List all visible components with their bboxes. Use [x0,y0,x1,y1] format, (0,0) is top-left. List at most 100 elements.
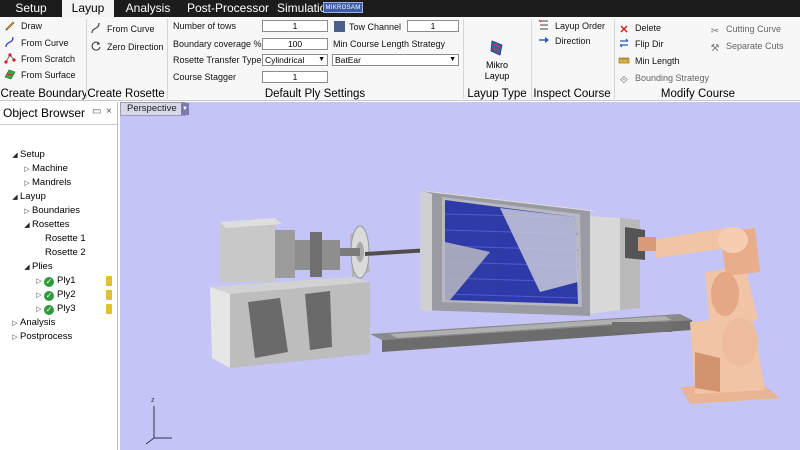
bounding-strategy-button[interactable]: ⟐ Bounding Strategy [618,71,710,86]
bounding-icon: ⟐ [620,75,628,86]
boundary-coverage-label: Boundary coverage % [173,39,262,49]
min-course-strategy-select[interactable]: BatEar ▼ [332,54,459,66]
draw-boundary-label: Draw [21,21,43,31]
default-ply-settings-caption: Default Ply Settings [264,88,366,100]
collapsed-icon[interactable]: ▷ [34,303,44,317]
tree-item-layup[interactable]: ◢ Layup [10,190,46,204]
collapsed-icon[interactable]: ▷ [10,331,20,345]
course-stagger-field[interactable]: 1 [262,71,328,83]
tree-item-plies[interactable]: ◢ Plies [22,260,52,275]
separate-cuts-button[interactable]: ⚒ Separate Cuts [709,39,784,54]
tree-item-postprocess[interactable]: ▷ Postprocess [10,330,72,344]
min-course-length-label: Min Course Length Strategy [333,39,446,49]
number-of-tows-label: Number of tows [173,21,237,31]
min-length-label: Min Length [635,56,680,66]
collapsed-icon[interactable]: ▷ [34,289,44,303]
tree-item-ply3[interactable]: ▷ ✓ Ply3 [34,302,75,316]
tree-item-rosette-2[interactable]: Rosette 2 [45,246,86,260]
zero-direction-button[interactable]: Zero Direction [90,40,164,54]
tree-item-machine[interactable]: ▷ Machine [22,162,68,176]
tree-item-rosette-1[interactable]: Rosette 1 [45,232,86,246]
tree-item-mandrels[interactable]: ▷ Mandrels [22,176,71,190]
surface-icon [4,68,16,80]
chevron-down-icon: ▼ [318,56,325,63]
direction-label: Direction [555,36,591,46]
expanded-icon[interactable]: ◢ [22,261,32,275]
axis-z-marker: z [151,397,155,404]
boundary-coverage-field[interactable]: 100 [262,38,328,50]
draw-boundary-button[interactable]: Draw [4,19,42,33]
menu-tab-layup[interactable]: Layup [62,0,114,17]
mikro-layup-label-1: Mikro [486,60,508,70]
tow-channel-label: Tow Channel [334,20,401,34]
layup-type-caption: Layup Type [467,88,527,100]
machine-scene: z [145,190,780,445]
tow-channel-icon [334,21,345,32]
collapsed-icon[interactable]: ▷ [22,177,32,191]
collapsed-icon[interactable]: ▷ [22,205,32,219]
menu-tab-analysis[interactable]: Analysis [120,0,176,17]
boundary-from-scratch-button[interactable]: From Scratch [4,52,75,66]
boundary-from-scratch-label: From Scratch [21,54,76,64]
rosette-from-curve-button[interactable]: From Curve [90,22,155,36]
menu-tab-setup[interactable]: Setup [6,0,56,17]
rosette-transfer-select[interactable]: Cylindrical ▼ [262,54,328,66]
min-length-button[interactable]: Min Length [618,54,680,68]
tailstock [590,216,672,332]
tree-item-boundaries[interactable]: ▷ Boundaries [22,204,80,218]
points-icon [4,52,16,64]
check-icon: ✓ [44,291,54,301]
zero-direction-label: Zero Direction [107,42,164,52]
object-browser-title: Object Browser [3,106,86,120]
tow-channel-field[interactable]: 1 [407,20,459,32]
direction-button[interactable]: Direction [538,34,591,48]
expanded-icon[interactable]: ◢ [22,219,32,233]
bounding-strategy-label: Bounding Strategy [635,73,710,83]
tree-item-rosettes[interactable]: ◢ Rosettes [22,218,69,233]
machine-base-rail [370,314,692,352]
check-icon: ✓ [44,277,54,287]
mikro-layup-button[interactable]: Mikro Layup [470,39,524,85]
3d-viewport[interactable]: Perspective ▼ z [120,102,800,450]
flip-dir-button[interactable]: Flip Dir [618,37,664,51]
inspect-course-caption: Inspect Course [533,88,611,100]
expanded-icon[interactable]: ◢ [10,149,20,163]
tree-item-ply1[interactable]: ▷ ✓ Ply1 [34,274,75,288]
boundary-from-curve-button[interactable]: From Curve [4,36,69,50]
collapsed-icon[interactable]: ▷ [10,317,20,331]
mandrel-tool [420,190,598,316]
menu-tab-post-processor[interactable]: Post-Processor [182,0,274,17]
scissors-icon: ✂ [710,26,720,37]
menu-bar: Setup Layup Analysis Post-Processor Simu… [0,0,800,17]
rosette-transfer-label: Rosette Transfer Type [173,55,262,65]
separate-icon: ⚒ [710,43,720,54]
number-of-tows-field[interactable]: 1 [262,20,328,32]
cutting-curve-button[interactable]: ✂ Cutting Curve [709,22,782,37]
minimize-icon[interactable]: ▭ [92,106,101,118]
ribbon: Draw From Curve From Scratch From Surfac… [0,17,800,101]
expanded-icon[interactable]: ◢ [10,191,20,205]
collapsed-icon[interactable]: ▷ [34,275,44,289]
panel-divider [0,124,117,125]
cutting-curve-label: Cutting Curve [726,24,782,34]
boundary-from-surface-label: From Surface [21,70,76,80]
layup-order-label: Layup Order [555,21,606,31]
close-icon[interactable]: × [106,106,112,118]
ply-marker-icon [106,304,112,314]
delete-course-button[interactable]: ✕ Delete [618,21,662,36]
boundary-from-surface-button[interactable]: From Surface [4,68,76,82]
object-browser-panel: Object Browser ▭ × ◢ Setup ▷ Machine ▷ Mand… [0,102,118,450]
create-boundary-caption: Create Boundary [0,88,88,100]
modify-course-caption: Modify Course [660,88,736,100]
delete-course-label: Delete [635,23,662,33]
separate-cuts-label: Separate Cuts [726,41,784,51]
ply-marker-icon [106,276,112,286]
brand-badge: MIKROSAM [323,2,363,13]
tree-item-setup[interactable]: ◢ Setup [10,148,45,162]
tree-item-ply2[interactable]: ▷ ✓ Ply2 [34,288,75,302]
collapsed-icon[interactable]: ▷ [22,163,32,177]
rotate-icon [90,40,102,52]
layup-order-button[interactable]: Layup Order [538,19,605,33]
tree-item-analysis[interactable]: ▷ Analysis [10,316,55,330]
list-order-icon [538,19,550,31]
